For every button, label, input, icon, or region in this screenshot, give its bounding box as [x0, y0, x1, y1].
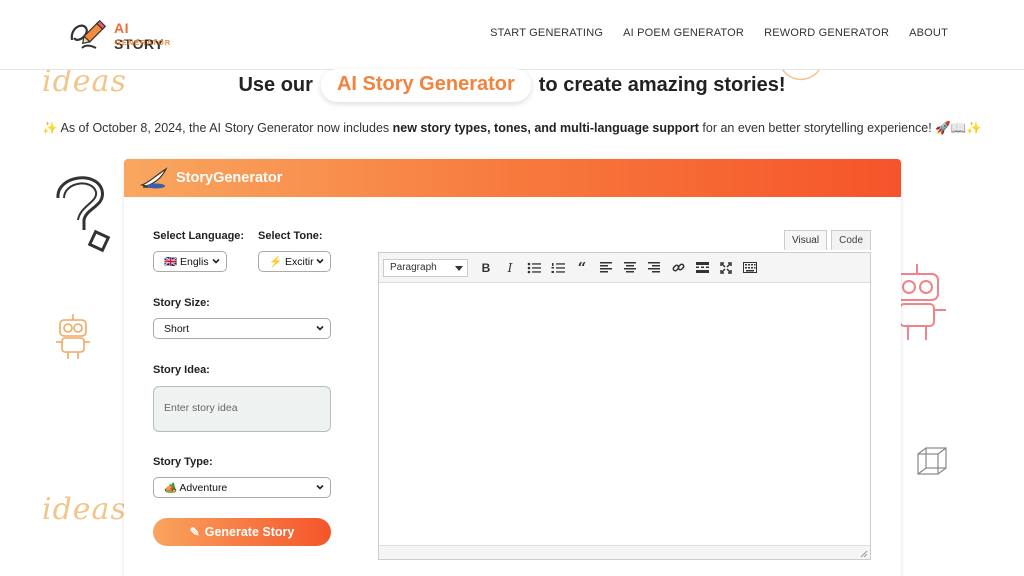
resize-grip-icon[interactable] — [859, 549, 868, 558]
format-select[interactable]: Paragraph — [383, 258, 468, 277]
align-right-icon[interactable] — [642, 258, 666, 278]
size-label: Story Size: — [153, 297, 210, 309]
logo-title: AI STORY — [114, 20, 164, 52]
hero-heading: Use our AI Story Generator to create ama… — [0, 68, 1024, 102]
language-label: Select Language: — [153, 230, 245, 242]
hero-suffix: to create amazing stories! — [538, 73, 786, 96]
tone-label: Select Tone: — [258, 230, 323, 242]
story-idea-input[interactable]: Enter story idea — [153, 386, 331, 432]
ideas-doodle-bottom: ideas — [42, 492, 127, 527]
type-label: Story Type: — [153, 456, 213, 468]
size-select[interactable]: Short — [153, 318, 331, 339]
announcement-text: ✨ As of October 8, 2024, the AI Story Ge… — [42, 121, 982, 135]
site-header: AI STORY GENERATOR START GENERATING AI P… — [0, 0, 1024, 70]
bullet-list-icon[interactable] — [522, 258, 546, 278]
type-select[interactable]: 🏕️ Adventure — [153, 477, 331, 498]
numbered-list-icon[interactable] — [546, 258, 570, 278]
hero-prefix: Use our — [238, 73, 313, 96]
nav-start-generating[interactable]: START GENERATING — [490, 27, 603, 39]
chevron-down-icon — [316, 258, 324, 264]
chevron-down-icon — [316, 484, 324, 490]
pencil-logo-icon — [70, 19, 107, 49]
nav-about[interactable]: ABOUT — [909, 27, 948, 39]
editor-tabs: Visual Code — [784, 230, 871, 250]
nav-reword-generator[interactable]: REWORD GENERATOR — [764, 27, 889, 39]
fullscreen-icon[interactable] — [714, 258, 738, 278]
pencil-icon: ✎ — [189, 525, 200, 539]
quill-pen-icon — [140, 167, 168, 189]
sparkles-icon: ✨ — [42, 121, 58, 135]
rocket-book-sparkles-icon: 🚀📖✨ — [935, 121, 982, 135]
card-title: StoryGenerator — [176, 170, 283, 186]
generate-story-button[interactable]: ✎ Generate Story — [153, 518, 331, 546]
tab-code[interactable]: Code — [831, 230, 871, 250]
italic-icon[interactable]: I — [498, 258, 522, 278]
editor-content-area[interactable] — [379, 284, 870, 547]
caret-down-icon — [455, 265, 463, 271]
tab-visual[interactable]: Visual — [784, 230, 828, 250]
tone-select[interactable]: ⚡ Excitir — [258, 251, 331, 272]
rich-text-editor: Paragraph B I “ — [378, 252, 871, 560]
chevron-down-icon — [212, 258, 220, 264]
logo-subtitle: GENERATOR — [115, 38, 172, 47]
hero-highlight: AI Story Generator — [320, 68, 531, 102]
card-header: StoryGenerator — [124, 159, 901, 197]
link-icon[interactable] — [666, 258, 690, 278]
align-left-icon[interactable] — [594, 258, 618, 278]
language-select[interactable]: 🇬🇧 Englis — [153, 251, 227, 272]
site-logo[interactable]: AI STORY GENERATOR — [68, 14, 178, 54]
keyboard-icon[interactable] — [738, 258, 762, 278]
blockquote-icon[interactable]: “ — [570, 258, 594, 278]
main-nav: START GENERATING AI POEM GENERATOR REWOR… — [490, 27, 948, 39]
editor-statusbar — [379, 545, 870, 559]
bold-icon[interactable]: B — [474, 258, 498, 278]
align-center-icon[interactable] — [618, 258, 642, 278]
robot-doodle-left-icon — [56, 314, 90, 359]
cube-doodle-icon — [917, 447, 947, 475]
story-generator-card: StoryGenerator Select Language: 🇬🇧 Engli… — [124, 159, 901, 576]
idea-label: Story Idea: — [153, 364, 210, 376]
chevron-down-icon — [316, 325, 324, 331]
editor-toolbar: Paragraph B I “ — [379, 253, 870, 283]
nav-ai-poem-generator[interactable]: AI POEM GENERATOR — [623, 27, 744, 39]
question-mark-doodle-icon — [56, 176, 111, 253]
read-more-icon[interactable] — [690, 258, 714, 278]
